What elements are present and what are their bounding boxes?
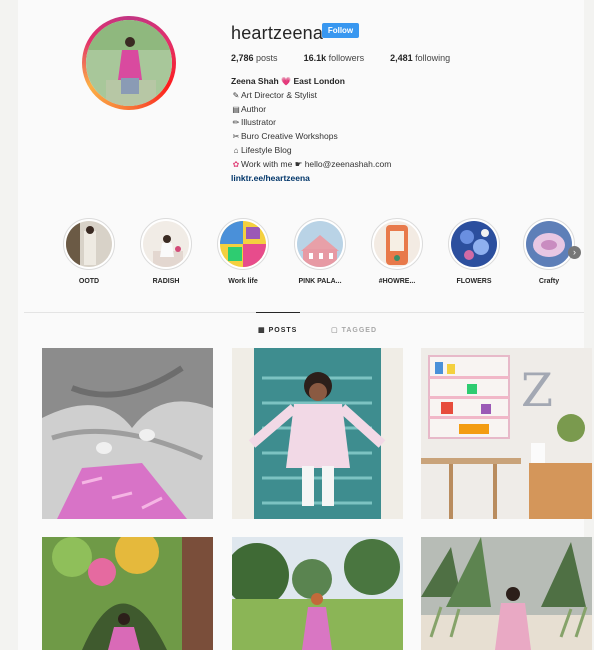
highlight-howre[interactable]: #HOWRE... <box>366 218 428 285</box>
highlight-label: RADISH <box>152 278 180 285</box>
chevron-right-icon[interactable]: › <box>568 246 581 259</box>
profile-username: heartzeena <box>231 23 324 43</box>
tabs-divider <box>24 312 584 313</box>
highlight-label: OOTD <box>78 278 100 285</box>
profile-avatar[interactable] <box>82 16 176 110</box>
post-thumbnail[interactable] <box>42 348 213 519</box>
bio-line: Author <box>241 103 267 114</box>
book-icon: ▤ <box>232 104 240 114</box>
profile-stats: 2,786 posts 16.1k followers 2,481 follow… <box>231 53 450 63</box>
post-thumbnail[interactable] <box>42 537 213 650</box>
pointing-hand-icon: ☛ <box>294 158 303 169</box>
post-thumbnail[interactable] <box>421 537 592 650</box>
bio-line: Buro Creative Workshops <box>241 131 338 142</box>
highlight-label: PINK PALA... <box>298 278 342 285</box>
highlight-pink-palace[interactable]: PINK PALA... <box>289 218 351 285</box>
highlight-work-life[interactable]: Work life <box>212 218 274 285</box>
post-thumbnail[interactable] <box>232 537 403 650</box>
grid-icon: ▦ <box>258 327 266 334</box>
profile-bio: Zeena Shah 💗 East London ✎ Art Director &… <box>231 75 531 185</box>
highlight-label: Crafty <box>538 278 560 285</box>
post-thumbnail[interactable] <box>232 348 403 519</box>
heart-icon: 💗 <box>281 77 292 86</box>
scissors-icon: ✂ <box>232 132 240 142</box>
highlight-label: Work life <box>228 278 258 285</box>
highlight-label: FLOWERS <box>456 278 492 285</box>
flower-icon: ✿ <box>232 159 240 169</box>
highlight-flowers[interactable]: FLOWERS <box>443 218 505 285</box>
bio-line: Lifestyle Blog <box>241 144 292 155</box>
bio-email: hello@zeenashah.com <box>304 158 392 169</box>
bio-name: Zeena Shah <box>231 76 279 86</box>
highlight-label: #HOWRE... <box>378 278 416 285</box>
svg-text:Z: Z <box>521 363 553 417</box>
tag-icon: ▢ <box>331 327 339 334</box>
follow-button[interactable]: Follow <box>322 23 359 38</box>
highlight-ootd[interactable]: OOTD <box>58 218 120 285</box>
bio-location: East London <box>293 76 345 86</box>
posts-count: 2,786 posts <box>231 53 278 63</box>
tab-tagged[interactable]: ▢ TAGGED <box>331 326 377 334</box>
following-count[interactable]: 2,481 following <box>390 53 450 63</box>
pencil-icon: ✏ <box>232 118 240 128</box>
house-icon: ⌂ <box>233 145 239 155</box>
tab-posts[interactable]: ▦ POSTS <box>258 326 297 334</box>
bio-link[interactable]: linktr.ee/heartzeena <box>231 173 310 183</box>
followers-count[interactable]: 16.1k followers <box>304 53 365 63</box>
bio-work-prefix: Work with me <box>241 158 293 169</box>
highlight-radish[interactable]: RADISH <box>135 218 197 285</box>
post-thumbnail[interactable]: Z <box>421 348 592 519</box>
bio-line: Illustrator <box>241 117 276 128</box>
pencil-icon: ✎ <box>232 90 240 100</box>
active-tab-indicator <box>256 312 300 313</box>
bio-line: Art Director & Stylist <box>241 89 318 100</box>
